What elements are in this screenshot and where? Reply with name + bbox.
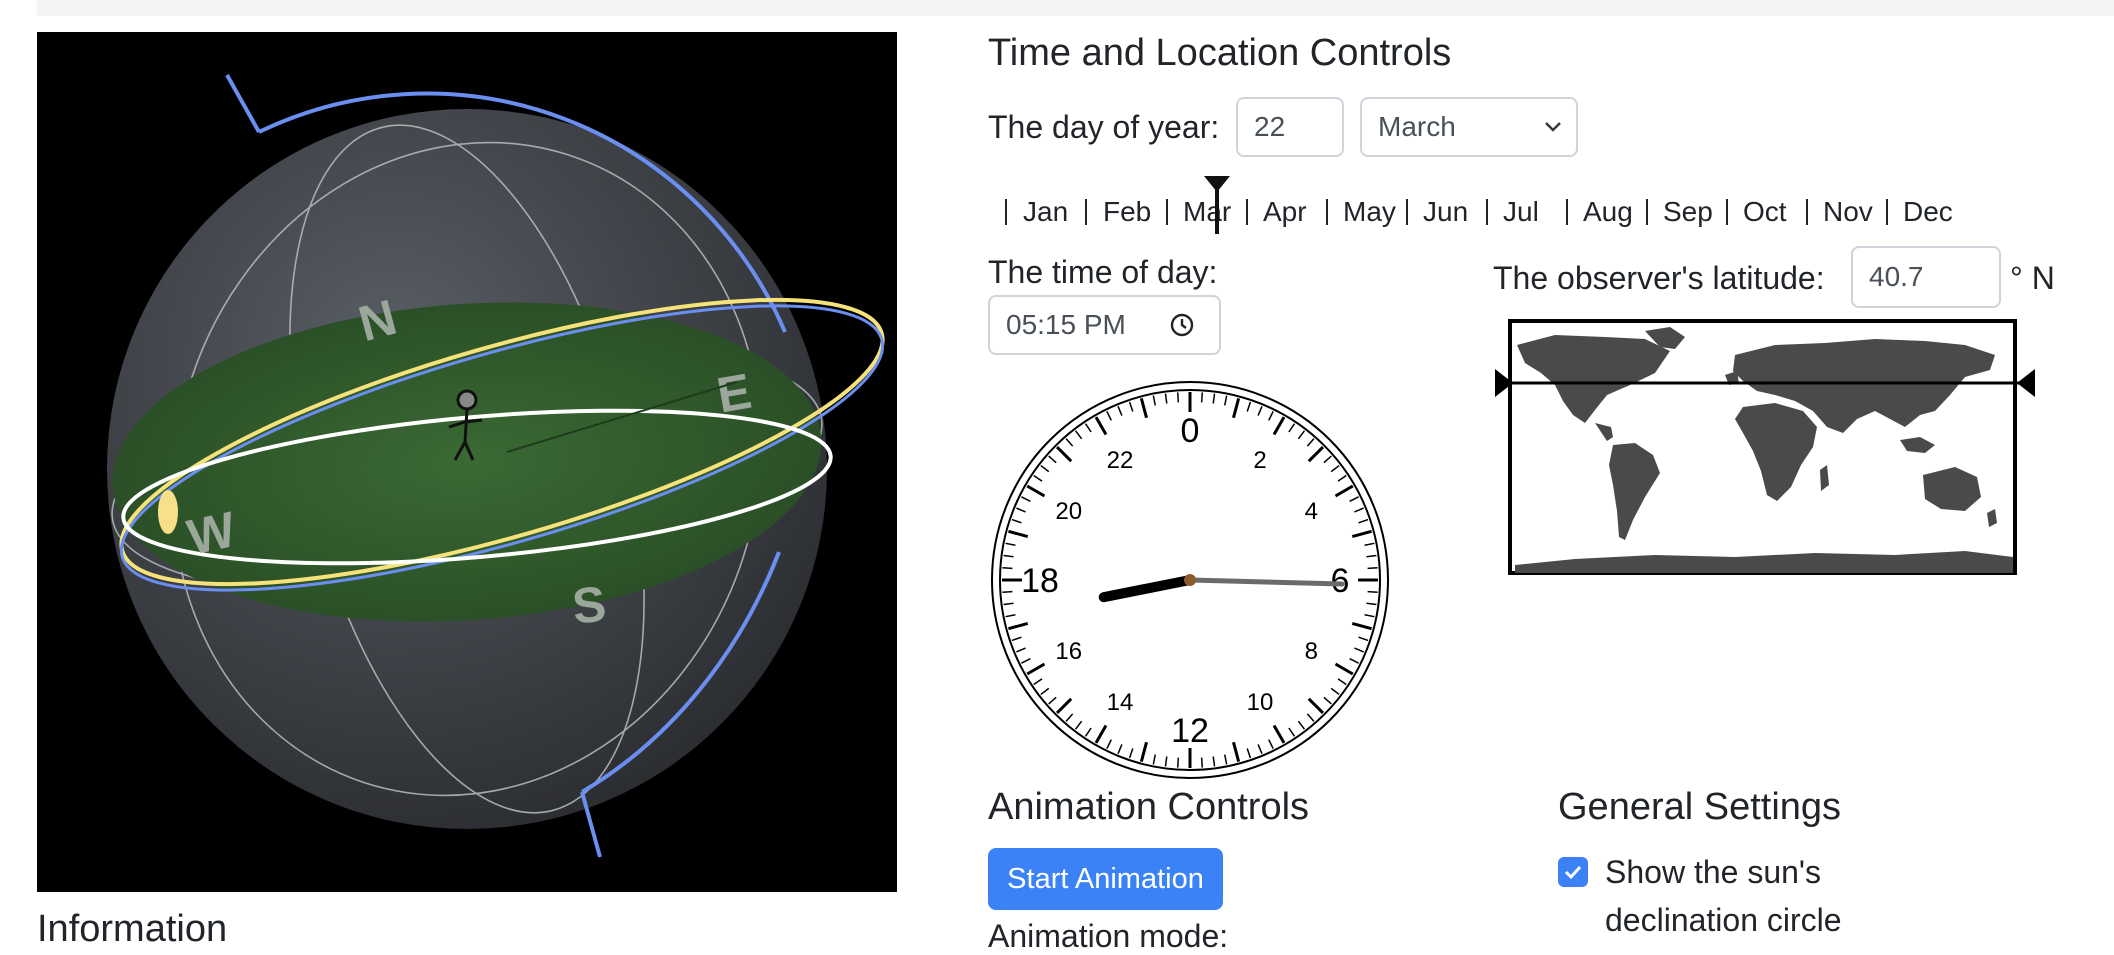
- clock-label-2: 2: [1253, 447, 1266, 474]
- month-nov[interactable]: Nov: [1823, 196, 1873, 228]
- clock-minor-tick: [1176, 757, 1180, 768]
- day-input[interactable]: 22: [1236, 97, 1344, 157]
- month-dec[interactable]: Dec: [1903, 196, 1953, 228]
- clock-label-6: 6: [1331, 562, 1350, 600]
- month-jul[interactable]: Jul: [1503, 196, 1539, 228]
- month-divider: [1326, 199, 1328, 225]
- month-divider: [1085, 199, 1087, 225]
- month-oct[interactable]: Oct: [1743, 196, 1787, 228]
- clock-minor-tick: [1002, 566, 1013, 570]
- clock-minor-tick: [1367, 590, 1378, 594]
- clock-label-8: 8: [1305, 638, 1318, 665]
- clock-minor-tick: [1367, 566, 1378, 570]
- declination-checkbox[interactable]: [1558, 857, 1588, 887]
- world-map[interactable]: [1495, 315, 2035, 585]
- clock-label-16: 16: [1055, 638, 1082, 665]
- clock-minor-tick: [1200, 757, 1204, 768]
- clock-label-22: 22: [1107, 447, 1134, 474]
- day-clock[interactable]: 0 6 12 18 2 4 8 10 14 16 20 22: [985, 375, 1395, 790]
- clock-label-10: 10: [1247, 689, 1274, 716]
- checkmark-icon: [1564, 865, 1582, 880]
- information-heading: Information: [37, 908, 228, 950]
- clock-label-14: 14: [1107, 689, 1134, 716]
- month-sep[interactable]: Sep: [1663, 196, 1713, 228]
- month-select[interactable]: March: [1360, 97, 1578, 157]
- month-divider: [1646, 199, 1648, 225]
- clock-label-18: 18: [1021, 562, 1059, 600]
- month-may[interactable]: May: [1343, 196, 1396, 228]
- clock-minor-tick: [1200, 392, 1204, 403]
- clock-label-4: 4: [1305, 498, 1318, 525]
- month-divider: [1486, 199, 1488, 225]
- month-divider: [1406, 199, 1408, 225]
- top-bar: [37, 0, 2114, 16]
- month-divider: [1806, 199, 1808, 225]
- sun: [158, 490, 178, 534]
- month-select-value: March: [1378, 111, 1456, 142]
- month-timeline[interactable]: Jan Feb Mar Apr May Jun Jul Aug Sep Oct …: [1000, 176, 2114, 246]
- time-of-day-label: The time of day:: [988, 254, 1218, 290]
- month-divider: [1566, 199, 1568, 225]
- start-animation-button[interactable]: Start Animation: [988, 848, 1223, 910]
- clock-icon[interactable]: [1169, 312, 1195, 338]
- clock-label-12: 12: [1171, 712, 1209, 750]
- latitude-unit: ° N: [2010, 260, 2055, 296]
- animation-heading: Animation Controls: [988, 786, 1310, 828]
- month-divider: [1886, 199, 1888, 225]
- month-divider: [1726, 199, 1728, 225]
- clock-minor-tick: [1176, 392, 1180, 403]
- chevron-down-icon: [1545, 122, 1561, 132]
- time-input[interactable]: 05:15 PM: [988, 295, 1221, 355]
- celestial-sphere-view[interactable]: N E S W: [37, 32, 897, 892]
- time-location-heading: Time and Location Controls: [988, 32, 1452, 74]
- latitude-input[interactable]: 40.7: [1851, 246, 2001, 308]
- month-divider: [1005, 199, 1007, 225]
- time-input-value: 05:15 PM: [1006, 309, 1126, 340]
- latitude-handle-right[interactable]: [2017, 369, 2035, 397]
- month-feb[interactable]: Feb: [1103, 196, 1151, 228]
- day-of-year-label: The day of year:: [988, 109, 1220, 145]
- month-jun[interactable]: Jun: [1423, 196, 1468, 228]
- celestial-axis-north: [225, 74, 261, 133]
- animation-mode-label: Animation mode:: [988, 918, 1229, 954]
- clock-center-pin: [1184, 574, 1196, 586]
- month-aug[interactable]: Aug: [1583, 196, 1633, 228]
- month-apr[interactable]: Apr: [1263, 196, 1307, 228]
- declination-label-line1: Show the sun's: [1605, 854, 1822, 890]
- day-marker-handle[interactable]: [1202, 176, 1232, 236]
- month-jan[interactable]: Jan: [1023, 196, 1068, 228]
- general-settings-heading: General Settings: [1558, 786, 1842, 828]
- declination-label-line2: declination circle: [1605, 902, 1842, 938]
- month-divider: [1246, 199, 1248, 225]
- clock-label-20: 20: [1055, 498, 1082, 525]
- month-divider: [1166, 199, 1168, 225]
- clock-minor-tick: [1002, 590, 1013, 594]
- compass-south: S: [570, 576, 609, 635]
- latitude-label: The observer's latitude:: [1493, 260, 1825, 296]
- clock-label-0: 0: [1181, 412, 1200, 450]
